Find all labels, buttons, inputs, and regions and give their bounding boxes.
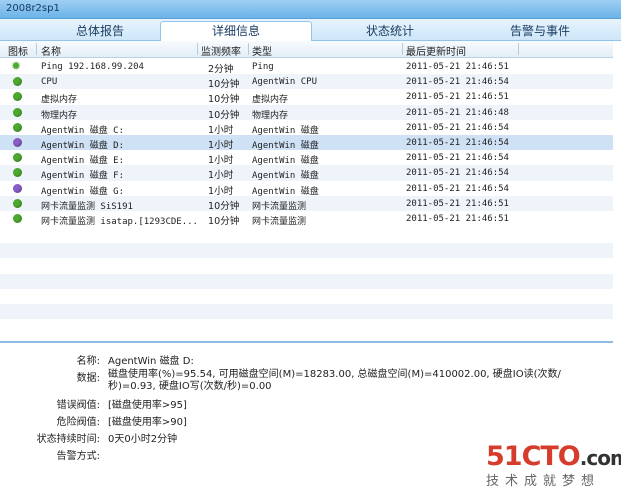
detail-error-value: [磁盘使用率>95] (108, 400, 187, 411)
table-row[interactable]: 物理内存 10分钟 物理内存 2011-05-21 21:46:48 (0, 104, 613, 121)
cell-name: 虚拟内存 (41, 95, 78, 106)
watermark-logo-text: 51CTO (486, 441, 581, 472)
cell-type: Ping (252, 62, 274, 72)
table-header: 图标 名称 监测频率 类型 最后更新时间 (0, 41, 613, 58)
status-green-icon (13, 153, 22, 163)
cell-time: 2011-05-21 21:46:54 (406, 122, 509, 133)
status-gear-icon: ✹ (11, 59, 22, 73)
col-time-header[interactable]: 最后更新时间 (406, 43, 466, 58)
cell-type: AgentWin 磁盘 (252, 186, 319, 197)
detail-name-value: AgentWin 磁盘 D: (108, 356, 194, 367)
cell-type: AgentWin 磁盘 (252, 171, 319, 182)
cell-freq: 2分钟 (208, 64, 234, 75)
status-green-icon (13, 198, 22, 208)
table-row[interactable]: AgentWin 磁盘 E: 1小时 AgentWin 磁盘 2011-05-21 2… (0, 150, 613, 167)
cell-time: 2011-05-21 21:46:51 (406, 62, 509, 72)
cell-time: 2011-05-21 21:46:51 (406, 213, 509, 224)
cell-time: 2011-05-21 21:46:54 (406, 183, 509, 194)
table-body: ✹ Ping 192.168.99.204 2分钟 Ping 2011-05-21 21… (0, 59, 613, 227)
detail-name-label: 名称: (76, 356, 100, 367)
cell-name: 网卡流量监测 SiS191 (41, 201, 133, 212)
cell-type: 网卡流量监测 (252, 201, 307, 212)
status-green-icon (13, 92, 22, 102)
cell-freq: 1小时 (208, 185, 234, 197)
cell-time: 2011-05-21 21:46:51 (406, 92, 509, 103)
cell-freq: 10分钟 (208, 109, 240, 121)
cell-freq: 10分钟 (208, 94, 240, 106)
watermark-suffix: .com (579, 446, 621, 470)
cell-time: 2011-05-21 21:46:48 (406, 107, 509, 118)
cell-name: AgentWin 磁盘 C: (41, 125, 125, 136)
cell-freq: 1小时 (208, 170, 234, 182)
watermark-logo: 51CTO.com 技术成就梦想 (486, 441, 621, 489)
detail-alert-label: 告警方式: (56, 451, 100, 462)
tab-alerts-events[interactable]: 告警与事件 (470, 22, 610, 40)
panel-divider[interactable] (0, 341, 613, 343)
cell-freq: 10分钟 (208, 215, 240, 227)
cell-freq: 1小时 (208, 155, 234, 167)
tab-details[interactable]: 详细信息 (160, 21, 312, 41)
window-title: 2008r2sp1 (6, 3, 60, 14)
cell-name: AgentWin 磁盘 F: (41, 171, 125, 182)
cell-type: 虚拟内存 (252, 95, 289, 106)
cell-time: 2011-05-21 21:46:54 (406, 153, 509, 164)
table-empty-area (0, 228, 613, 340)
window-titlebar: 2008r2sp1 (0, 0, 621, 19)
tab-overview[interactable]: 总体报告 (40, 22, 160, 40)
cell-time: 2011-05-21 21:46:54 (406, 137, 509, 148)
table-row[interactable]: ✹ Ping 192.168.99.204 2分钟 Ping 2011-05-21 21… (0, 59, 613, 75)
cell-type: 网卡流量监测 (252, 216, 307, 227)
cell-type: AgentWin CPU (252, 77, 318, 88)
cell-freq: 1小时 (208, 124, 234, 136)
cell-time: 2011-05-21 21:46:54 (406, 168, 509, 179)
detail-duration-value: 0天0小时2分钟 (108, 434, 178, 445)
col-icon-header[interactable]: 图标 (8, 43, 28, 58)
table-row[interactable]: CPU 10分钟 AgentWin CPU 2011-05-21 21:46:54 (0, 74, 613, 91)
col-type-header[interactable]: 类型 (252, 43, 272, 58)
tab-status-stats[interactable]: 状态统计 (320, 22, 460, 40)
status-green-icon (13, 122, 22, 132)
cell-type: AgentWin 磁盘 (252, 156, 319, 167)
status-green-icon (13, 77, 22, 87)
table-row[interactable]: AgentWin 磁盘 G: 1小时 AgentWin 磁盘 2011-05-21 2… (0, 181, 613, 197)
table-row[interactable]: AgentWin 磁盘 C: 1小时 AgentWin 磁盘 2011-05-21 2… (0, 120, 613, 136)
table-row[interactable]: 网卡流量监测 isatap.[1293CDE... 10分钟 网卡流量监测 2011-… (0, 211, 613, 227)
cell-name: AgentWin 磁盘 E: (41, 156, 125, 167)
status-purple-icon (13, 183, 22, 193)
table-row[interactable]: AgentWin 磁盘 D: 1小时 AgentWin 磁盘 2011-05-21 2… (0, 134, 613, 151)
cell-freq: 1小时 (208, 139, 234, 151)
status-green-icon (13, 213, 22, 223)
cell-type: 物理内存 (252, 110, 289, 121)
cell-freq: 10分钟 (208, 200, 240, 212)
detail-data-value: 磁盘使用率(%)=95.54, 可用磁盘空间(M)=18283.00, 总磁盘空… (108, 369, 561, 392)
detail-data-label: 数据: (76, 373, 100, 384)
table-row[interactable]: 网卡流量监测 SiS191 10分钟 网卡流量监测 2011-05-21 21:46:… (0, 195, 613, 212)
cell-time: 2011-05-21 21:46:51 (406, 198, 509, 209)
cell-name: 网卡流量监测 isatap.[1293CDE... (41, 216, 198, 227)
detail-duration-label: 状态持续时间: (36, 434, 100, 445)
tab-bar: 总体报告 详细信息 状态统计 告警与事件 (0, 19, 621, 41)
cell-name: Ping 192.168.99.204 (41, 62, 144, 72)
status-purple-icon (13, 137, 22, 147)
cell-type: AgentWin 磁盘 (252, 140, 319, 151)
status-green-icon (13, 107, 22, 117)
cell-time: 2011-05-21 21:46:54 (406, 77, 509, 88)
table-row[interactable]: AgentWin 磁盘 F: 1小时 AgentWin 磁盘 2011-05-21 2… (0, 165, 613, 182)
cell-name: AgentWin 磁盘 G: (41, 186, 125, 197)
detail-error-label: 错误阀值: (56, 400, 100, 411)
watermark-slogan: 技术成就梦想 (486, 474, 601, 489)
cell-name: 物理内存 (41, 110, 78, 121)
col-freq-header[interactable]: 监测频率 (201, 43, 241, 58)
cell-name: CPU (41, 77, 58, 88)
detail-warn-label: 危险阀值: (56, 417, 100, 428)
detail-warn-value: [磁盘使用率>90] (108, 417, 187, 428)
table-row[interactable]: 虚拟内存 10分钟 虚拟内存 2011-05-21 21:46:51 (0, 89, 613, 106)
cell-type: AgentWin 磁盘 (252, 125, 319, 136)
col-name-header[interactable]: 名称 (41, 43, 61, 58)
cell-freq: 10分钟 (208, 79, 240, 91)
cell-name: AgentWin 磁盘 D: (41, 140, 125, 151)
status-green-icon (13, 168, 22, 178)
